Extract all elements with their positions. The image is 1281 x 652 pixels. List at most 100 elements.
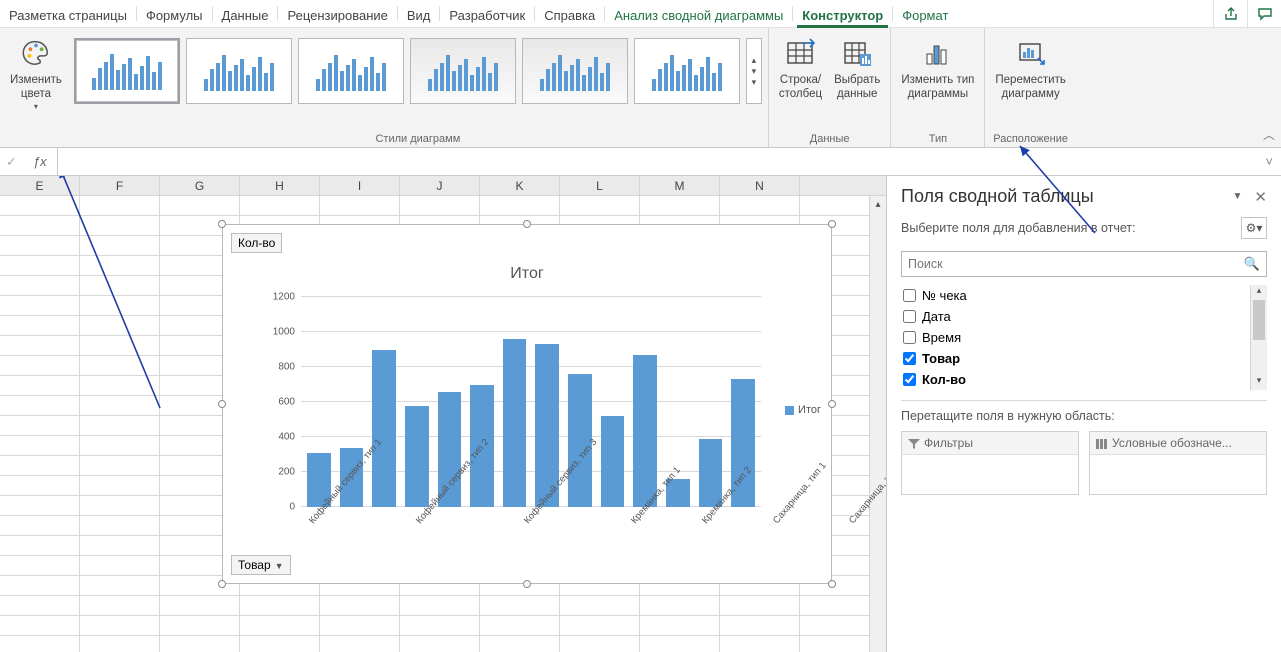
select-data-button[interactable]: Выбрать данные — [830, 34, 884, 104]
field-checkbox[interactable] — [903, 331, 916, 344]
tab-review[interactable]: Рецензирование — [278, 0, 396, 27]
legend-swatch — [785, 406, 794, 415]
pane-menu-button[interactable]: ▼ — [1233, 191, 1243, 202]
drag-hint-label: Перетащите поля в нужную область: — [887, 409, 1281, 431]
tab-page-layout[interactable]: Разметка страницы — [0, 0, 136, 27]
resize-handle[interactable] — [828, 220, 836, 228]
change-colors-label: Изменить цвета — [10, 74, 62, 102]
pane-subtitle: Выберите поля для добавления в отчет: — [901, 221, 1136, 235]
chart-styles-gallery: ▴▾▾ — [74, 38, 762, 104]
column-header[interactable]: L — [560, 176, 640, 195]
column-header[interactable]: I — [320, 176, 400, 195]
y-tick-label: 1000 — [273, 327, 295, 338]
column-header[interactable]: H — [240, 176, 320, 195]
chart-title[interactable]: Итог — [223, 265, 831, 283]
y-tick-label: 0 — [289, 502, 295, 513]
y-tick-label: 600 — [278, 397, 295, 408]
tab-formulas[interactable]: Формулы — [137, 0, 212, 27]
close-pane-button[interactable]: ✕ — [1254, 188, 1267, 206]
switch-row-column-button[interactable]: Строка/ столбец — [775, 34, 826, 104]
filters-drop-area[interactable]: Фильтры — [901, 431, 1079, 495]
search-icon: 🔍 — [1244, 256, 1260, 272]
y-tick-label: 1200 — [273, 292, 295, 303]
comments-button[interactable] — [1247, 0, 1281, 27]
chevron-down-icon: ▼ — [275, 561, 284, 571]
column-header[interactable]: E — [0, 176, 80, 195]
resize-handle[interactable] — [523, 580, 531, 588]
chart-style-6[interactable] — [634, 38, 740, 104]
field-item[interactable]: Товар — [901, 348, 1267, 369]
field-checkbox[interactable] — [903, 289, 916, 302]
pivot-chart-object[interactable]: Кол-во Товар▼ Итог 020040060080010001200… — [222, 224, 832, 584]
column-header[interactable]: F — [80, 176, 160, 195]
y-tick-label: 200 — [278, 467, 295, 478]
resize-handle[interactable] — [523, 220, 531, 228]
chart-style-1[interactable] — [74, 38, 180, 104]
column-header[interactable]: M — [640, 176, 720, 195]
resize-handle[interactable] — [828, 580, 836, 588]
legend-area-label: Условные обозначе... — [1112, 436, 1232, 450]
share-button[interactable] — [1213, 0, 1247, 27]
tab-developer[interactable]: Разработчик — [440, 0, 534, 27]
column-header[interactable]: N — [720, 176, 800, 195]
move-chart-button[interactable]: Переместить диаграмму — [991, 34, 1069, 104]
field-checkbox[interactable] — [903, 373, 916, 386]
scroll-down-arrow-icon[interactable]: ▾ — [1251, 375, 1267, 390]
legend-label: Итог — [798, 404, 821, 416]
change-chart-type-button[interactable]: Изменить тип диаграммы — [897, 34, 978, 104]
scroll-up-arrow-icon[interactable]: ▴ — [1251, 285, 1267, 300]
field-checkbox[interactable] — [903, 310, 916, 323]
chart-styles-group-label: Стили диаграмм — [375, 130, 460, 145]
tab-help[interactable]: Справка — [535, 0, 604, 27]
chart-style-3[interactable] — [298, 38, 404, 104]
resize-handle[interactable] — [828, 400, 836, 408]
formula-expand-button[interactable]: ˅ — [1257, 154, 1281, 169]
resize-handle[interactable] — [218, 580, 226, 588]
scroll-up-arrow-icon[interactable]: ▴ — [870, 196, 886, 213]
resize-handle[interactable] — [218, 220, 226, 228]
field-item[interactable]: Дата — [901, 306, 1267, 327]
field-list: № чека Дата ВремяТоварКол-во ▴ ▾ — [901, 285, 1267, 390]
chart-style-4[interactable] — [410, 38, 516, 104]
values-field-chip[interactable]: Кол-во — [231, 233, 282, 253]
field-search[interactable]: 🔍 — [901, 251, 1267, 277]
chart-styles-more[interactable]: ▴▾▾ — [746, 38, 762, 104]
chart-style-5[interactable] — [522, 38, 628, 104]
tab-format[interactable]: Формат — [893, 0, 957, 27]
field-list-scrollbar[interactable]: ▴ ▾ — [1250, 285, 1267, 390]
field-label: Дата — [922, 309, 951, 324]
pane-settings-button[interactable]: ⚙▾ — [1241, 217, 1267, 239]
tab-view[interactable]: Вид — [398, 0, 440, 27]
column-header[interactable]: K — [480, 176, 560, 195]
chart-legend[interactable]: Итог — [785, 404, 821, 416]
collapse-ribbon-button[interactable]: ︿ — [1263, 126, 1275, 143]
resize-handle[interactable] — [218, 400, 226, 408]
vertical-scrollbar[interactable]: ▴ — [869, 196, 886, 652]
y-tick-label: 800 — [278, 362, 295, 373]
fx-icon[interactable]: ƒx — [23, 148, 58, 175]
tab-design[interactable]: Конструктор — [793, 0, 892, 27]
change-colors-button[interactable]: Изменить цвета ▾ — [6, 34, 66, 113]
switch-rowcol-label: Строка/ столбец — [779, 74, 822, 102]
chevron-down-icon: ▾ — [34, 102, 38, 112]
tab-pivotchart-analyze[interactable]: Анализ сводной диаграммы — [605, 0, 792, 27]
formula-cancel-icon: ✓ — [0, 154, 23, 170]
column-header[interactable]: J — [400, 176, 480, 195]
field-checkbox[interactable] — [903, 352, 916, 365]
field-item[interactable]: Время — [901, 327, 1267, 348]
filters-label: Фильтры — [924, 436, 973, 450]
worksheet-grid[interactable]: EFGHIJKLMN ▴ Кол-во Товар▼ Итог 02004006… — [0, 176, 886, 652]
chart-style-2[interactable] — [186, 38, 292, 104]
field-item[interactable]: № чека — [901, 285, 1267, 306]
axis-field-chip[interactable]: Товар▼ — [231, 555, 291, 575]
ribbon: Изменить цвета ▾ ▴▾▾ Стили диаграмм Стро… — [0, 28, 1281, 148]
tab-data[interactable]: Данные — [213, 0, 278, 27]
palette-icon — [19, 36, 53, 70]
column-header[interactable]: G — [160, 176, 240, 195]
field-label: № чека — [922, 288, 967, 303]
scroll-thumb[interactable] — [1253, 300, 1265, 340]
move-chart-label: Переместить диаграмму — [995, 74, 1065, 102]
field-search-input[interactable] — [908, 257, 1244, 271]
field-item[interactable]: Кол-во — [901, 369, 1267, 390]
legend-drop-area[interactable]: Условные обозначе... — [1089, 431, 1267, 495]
